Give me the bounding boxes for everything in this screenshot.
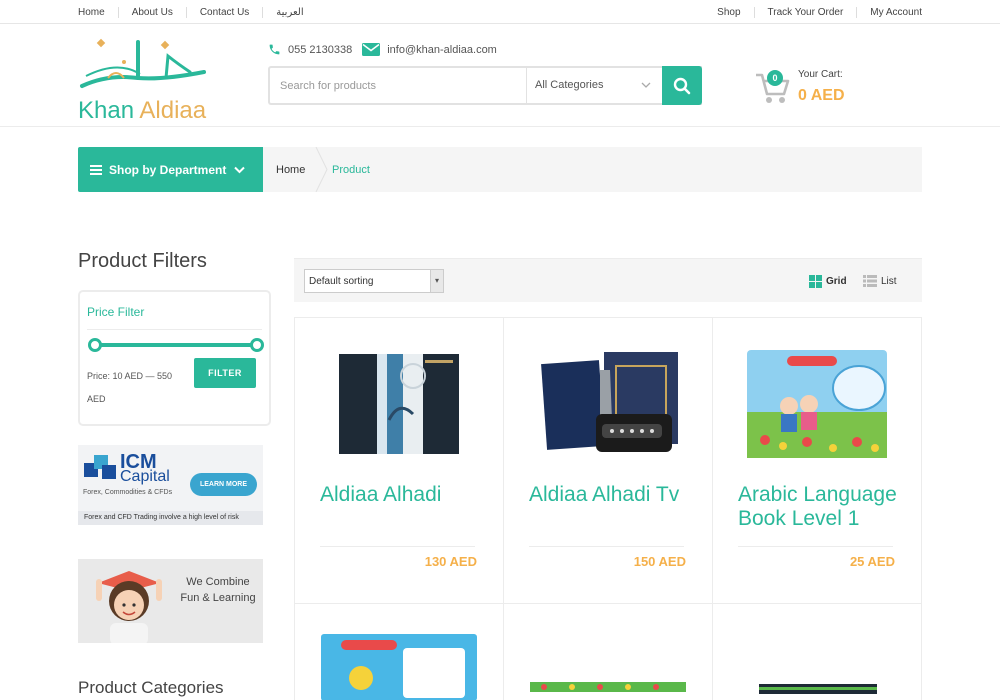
divider: [87, 329, 262, 330]
top-link-track-order[interactable]: Track Your Order: [753, 7, 857, 18]
divider: [529, 546, 684, 547]
breadcrumb-home[interactable]: Home: [276, 164, 305, 176]
top-link-about[interactable]: About Us: [117, 7, 186, 18]
product-card[interactable]: Aldiaa Alhadi 130 AED: [295, 318, 504, 604]
top-link-contact[interactable]: Contact Us: [185, 7, 262, 18]
site-logo[interactable]: Khan Aldiaa: [78, 34, 208, 124]
email-address[interactable]: info@khan-aldiaa.com: [387, 44, 497, 56]
search-button[interactable]: [662, 66, 702, 105]
mini-cart[interactable]: 0 Your Cart: 0 AED: [754, 68, 874, 108]
product-title[interactable]: Aldiaa Alhadi: [320, 483, 495, 507]
grid-label: Grid: [826, 276, 847, 287]
product-card[interactable]: [713, 604, 922, 700]
product-price: 25 AED: [849, 554, 895, 569]
divider: [738, 546, 893, 547]
phone-icon: [268, 43, 281, 56]
child-with-book-illustration: [96, 571, 162, 643]
chevron-down-icon: [234, 166, 246, 174]
category-select[interactable]: All Categories: [526, 68, 661, 103]
price-slider-range: [96, 343, 259, 347]
shop-by-department-button[interactable]: Shop by Department: [78, 147, 263, 192]
filter-button[interactable]: FILTER: [194, 358, 256, 388]
product-image: [530, 682, 686, 692]
cart-total: 0 AED: [798, 87, 845, 104]
price-filter-widget: Price Filter Price: 10 AED — 550 AED FIL…: [78, 290, 271, 426]
top-bar: Home About Us Contact Us العربية Shop Tr…: [0, 0, 1000, 24]
kids-ad-text: We Combine Fun & Learning: [180, 576, 256, 604]
search-icon: [673, 77, 691, 94]
learn-more-button[interactable]: LEARN MORE: [190, 473, 257, 496]
logo-wordmark: Khan Aldiaa: [78, 97, 207, 124]
list-view-toggle[interactable]: List: [863, 275, 897, 287]
shop-toolbar: Default sorting ▾ Grid List: [294, 258, 922, 302]
divider: [320, 546, 475, 547]
product-image: [321, 634, 477, 700]
product-card[interactable]: [295, 604, 504, 700]
search-form: All Categories: [268, 66, 702, 105]
department-label: Shop by Department: [109, 162, 227, 177]
price-slider-min-handle[interactable]: [88, 338, 102, 352]
top-links-left: Home About Us Contact Us العربية: [78, 7, 317, 18]
product-image: [759, 684, 877, 694]
site-header: Khan Aldiaa 055 2130338 info@khan-aldiaa…: [0, 24, 1000, 127]
top-links-right: Shop Track Your Order My Account: [717, 7, 922, 18]
product-image: [541, 352, 678, 452]
grid-view-toggle[interactable]: Grid: [809, 275, 847, 288]
breadcrumb: Home Product: [263, 147, 922, 192]
product-price: 150 AED: [633, 554, 686, 569]
cart-label: Your Cart:: [798, 69, 843, 80]
cart-count-badge: 0: [767, 70, 783, 86]
product-image: [747, 350, 887, 458]
top-link-home[interactable]: Home: [78, 7, 118, 18]
product-card[interactable]: [504, 604, 713, 700]
contact-info: 055 2130338 info@khan-aldiaa.com: [268, 43, 497, 56]
search-input[interactable]: [280, 77, 520, 95]
kids-learning-ad-banner[interactable]: We Combine Fun & Learning: [78, 559, 263, 643]
logo-calligraphy-icon: [80, 38, 206, 88]
product-image: [339, 354, 459, 454]
grid-icon: [809, 275, 822, 288]
phone-number[interactable]: 055 2130338: [288, 44, 352, 56]
product-card[interactable]: Arabic Language Book Level 1 25 AED: [713, 318, 922, 604]
price-range-text: Price: 10 AED — 550 AED: [87, 371, 173, 404]
icm-disclaimer: Forex and CFD Trading involve a high lev…: [78, 511, 263, 525]
product-grid: Aldiaa Alhadi 130 AED Aldiaa Alhadi Tv 1…: [294, 317, 922, 700]
chevron-down-icon: ▾: [430, 270, 443, 292]
product-title[interactable]: Aldiaa Alhadi Tv: [529, 483, 704, 507]
list-icon: [863, 275, 877, 287]
icm-tagline: Forex, Commodities & CFDs: [83, 489, 173, 496]
breadcrumb-separator-icon: [315, 147, 328, 192]
product-price: 130 AED: [424, 554, 477, 569]
breadcrumb-current: Product: [332, 164, 370, 176]
product-categories-title: Product Categories: [78, 678, 224, 697]
category-select-value: All Categories: [535, 79, 604, 91]
icm-capital-ad-banner[interactable]: ICM Capital Forex, Commodities & CFDs LE…: [78, 445, 263, 525]
price-slider-max-handle[interactable]: [250, 338, 264, 352]
product-title[interactable]: Arabic Language Book Level 1: [738, 483, 913, 531]
product-filters-title: Product Filters: [78, 250, 207, 272]
top-link-shop[interactable]: Shop: [717, 7, 753, 18]
top-link-my-account[interactable]: My Account: [856, 7, 922, 18]
menu-icon: [90, 164, 102, 175]
chevron-down-icon: [641, 80, 651, 92]
sorting-select-value: Default sorting: [309, 276, 374, 287]
icm-brand-line2: Capital: [120, 468, 170, 485]
top-link-arabic[interactable]: العربية: [262, 7, 316, 18]
email-icon: [362, 43, 381, 56]
price-filter-heading: Price Filter: [87, 305, 145, 319]
sorting-select[interactable]: Default sorting ▾: [304, 269, 444, 293]
list-label: List: [881, 275, 897, 287]
icm-logo-icon: [84, 455, 116, 479]
product-card[interactable]: Aldiaa Alhadi Tv 150 AED: [504, 318, 713, 604]
